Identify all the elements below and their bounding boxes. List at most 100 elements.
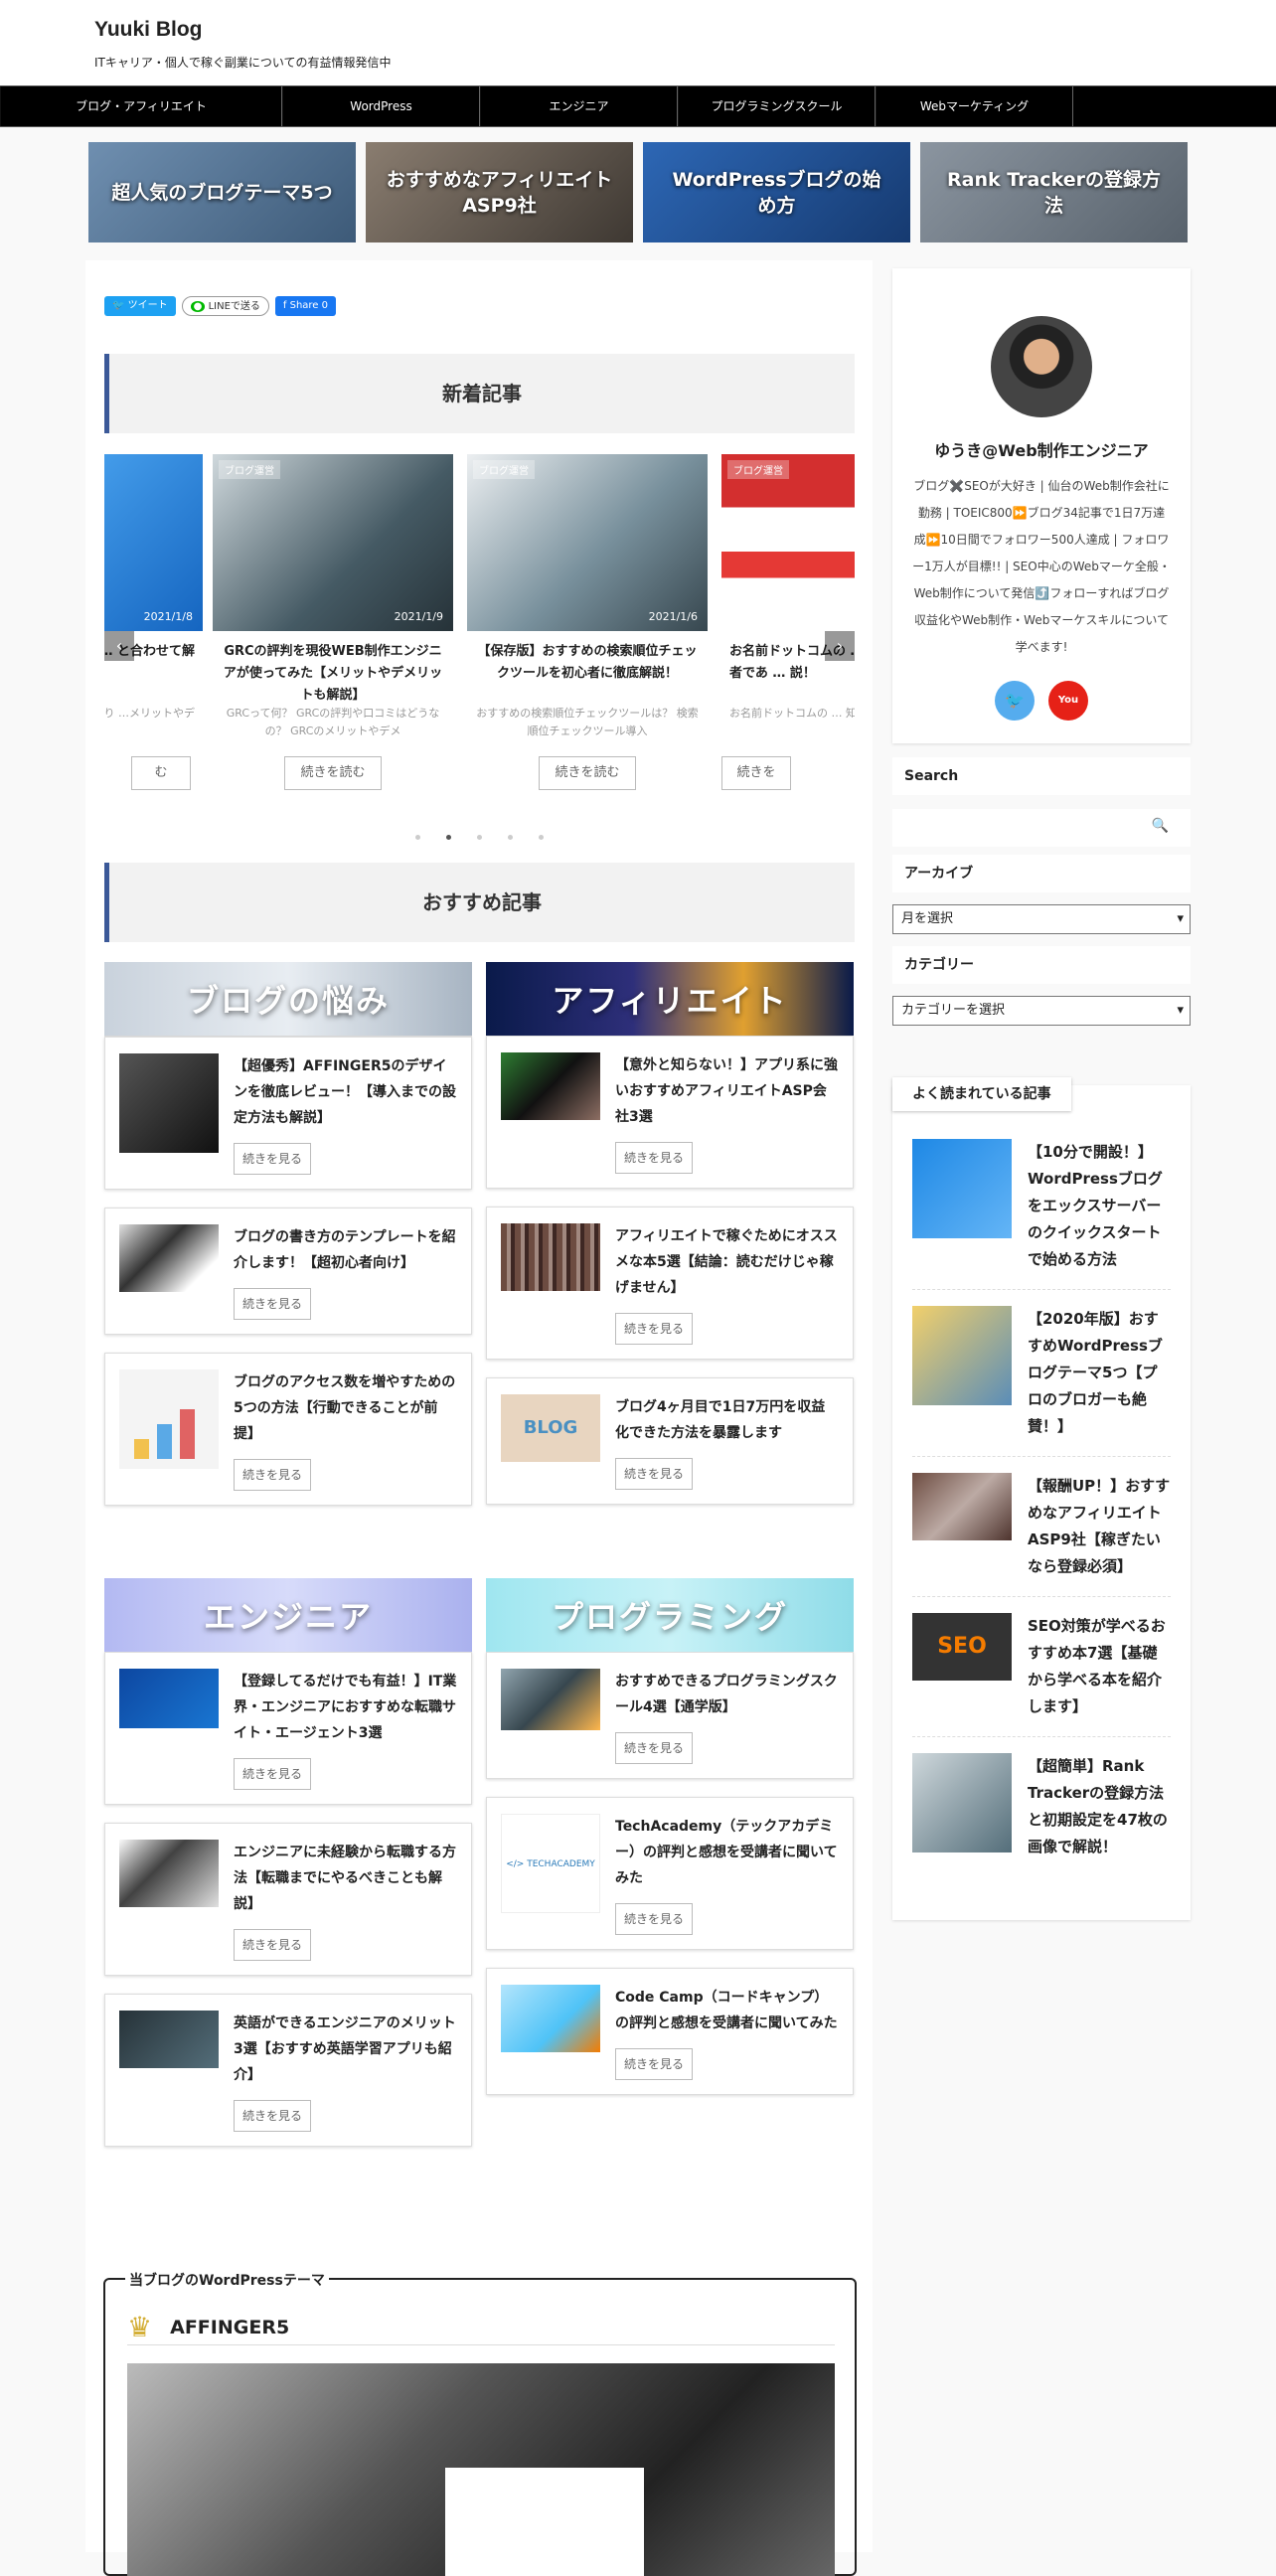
article-thumbnail [119, 1840, 219, 1907]
read-more-button[interactable]: 続きを見る [615, 1903, 694, 1935]
pickup-banner[interactable]: WordPressブログの始め方 [643, 142, 910, 242]
read-more-button[interactable]: 続きを見る [615, 1142, 694, 1174]
article-title: アフィリエイトで稼ぐためにオススメな本5選【結論：読むだけじゃ稼げません】 [615, 1228, 838, 1296]
read-more-button[interactable]: 続きを見る [234, 1143, 312, 1175]
article-card[interactable]: </> TECHACADEMY TechAcademy（テックアカデミー）の評判と… [486, 1797, 854, 1950]
popular-post[interactable]: SEO SEO対策が学べるおすすめ本7選【基礎から学べる本を紹介します】 [912, 1597, 1171, 1737]
article-thumbnail [501, 1985, 600, 2052]
slider-prev-arrow[interactable]: ‹ [104, 631, 134, 661]
pickup-banner[interactable]: おすすめなアフィリエイトASP9社 [366, 142, 633, 242]
tweet-button[interactable]: 🐦 ツイート [104, 296, 176, 316]
read-more-button[interactable]: 続きを見る [615, 1313, 694, 1345]
article-card[interactable]: ブログの書き方のテンプレートを紹介します！【超初心者向け】続きを見る [104, 1208, 472, 1335]
popular-post[interactable]: 【2020年版】おすすめWordPressブログテーマ5つ【プロのブロガーも絶賛… [912, 1290, 1171, 1457]
global-nav: ブログ・アフィリエイト WordPress エンジニア プログラミングスクール … [0, 85, 1276, 127]
theme-screenshot[interactable] [127, 2363, 835, 2576]
popular-post[interactable]: 【超簡単】Rank Trackerの登録方法と初期設定を47枚の画像で解説！ [912, 1737, 1171, 1876]
read-more-button[interactable]: 続きを見る [234, 1929, 312, 1961]
nav-item-programming-school[interactable]: プログラミングスクール [678, 86, 876, 126]
category-banner[interactable]: プログラミング [486, 1578, 854, 1652]
slider-dot[interactable] [476, 835, 482, 840]
article-title: TechAcademy（テックアカデミー）の評判と感想を受講者に聞いてみた [615, 1819, 838, 1886]
twitter-icon[interactable]: 🐦 [995, 681, 1035, 721]
slide-title: 【保存版】おすすめの検索順位チェックツールを初心者に徹底解説！ [477, 644, 698, 681]
popular-post-thumbnail [912, 1306, 1012, 1405]
category-banner-label: アフィリエイト [552, 982, 788, 1020]
read-more-button[interactable]: 続きを見る [234, 1459, 312, 1491]
new-posts-slider: 2021/1/8 GRCの口コミをデ … と合わせて解 …の口コミを知り …メリ… [104, 454, 855, 792]
read-more-button[interactable]: む [131, 756, 191, 790]
nav-item-engineer[interactable]: エンジニア [480, 86, 678, 126]
article-thumbnail [501, 1052, 600, 1120]
read-more-button[interactable]: 続きを見る [615, 1732, 694, 1764]
slide-card[interactable]: ブログ運営 2021/1/6 【保存版】おすすめの検索順位チェックツールを初心者… [467, 454, 708, 790]
share-buttons: 🐦 ツイート ● LINEで送る f Share 0 [104, 296, 336, 316]
slider-next-arrow[interactable]: › [825, 631, 855, 661]
slide-category: ブログ運営 [727, 460, 789, 479]
read-more-button[interactable]: 続きを見る [234, 2100, 312, 2132]
popular-post-title: 【10分で開設！】WordPressブログをエックスサーバーのクイックスタートで… [1028, 1143, 1163, 1268]
category-widget-label: カテゴリー [892, 946, 1191, 984]
line-label: LINEで送る [208, 301, 260, 312]
read-more-button[interactable]: 続きを読む [284, 756, 382, 790]
category-banner[interactable]: エンジニア [104, 1578, 472, 1652]
profile-name: ゆうき@Web制作エンジニア [934, 441, 1149, 460]
popular-post-title: SEO対策が学べるおすすめ本7選【基礎から学べる本を紹介します】 [1028, 1617, 1166, 1715]
popular-post-title: 【2020年版】おすすめWordPressブログテーマ5つ【プロのブロガーも絶賛… [1028, 1310, 1163, 1435]
pickup-banner[interactable]: Rank Trackerの登録方法 [920, 142, 1188, 242]
slider-dot[interactable] [507, 835, 513, 840]
facebook-share-button[interactable]: f Share 0 [274, 296, 336, 316]
slider-dot[interactable] [445, 835, 451, 840]
slide-card[interactable]: ブログ運営 お名前ドットコムの … を実際の利用者であ … 説！ お名前ドットコ… [721, 454, 855, 790]
popular-post[interactable]: 【10分で開設！】WordPressブログをエックスサーバーのクイックスタートで… [912, 1123, 1171, 1290]
read-more-button[interactable]: 続きを見る [234, 1288, 312, 1320]
search-icon[interactable]: 🔍 [1152, 818, 1169, 834]
article-thumbnail: </> TECHACADEMY [501, 1814, 600, 1913]
article-card[interactable]: エンジニアに未経験から転職する方法【転職までにやるべきことも解説】 続きを見る [104, 1823, 472, 1976]
nav-item-blog-affiliate[interactable]: ブログ・アフィリエイト [0, 86, 282, 126]
search-input[interactable]: 🔍 [892, 809, 1191, 847]
article-card[interactable]: 【超優秀】AFFINGER5のデザインを徹底レビュー！【導入までの設定方法も解説… [104, 1037, 472, 1190]
article-card[interactable]: アフィリエイトで稼ぐためにオススメな本5選【結論：読むだけじゃ稼げません】続きを… [486, 1207, 854, 1360]
slide-excerpt: おすすめの検索順位チェックツールは？ 検索順位チェックツール導入 [476, 707, 699, 737]
main-content: 🐦 ツイート ● LINEで送る f Share 0 新着記事 2021/1/8… [85, 260, 873, 2576]
read-more-button[interactable]: 続きを [721, 756, 791, 790]
article-title: ブログの書き方のテンプレートを紹介します！【超初心者向け】 [234, 1229, 456, 1271]
article-card[interactable]: ブログのアクセス数を増やすための5つの方法【行動できることが前提】 続きを見る [104, 1353, 472, 1506]
article-card[interactable]: 【登録してるだけでも有益！】IT業界・エンジニアにおすすめな転職サイト・エージェ… [104, 1652, 472, 1805]
article-card[interactable]: Code Camp（コードキャンプ）の評判と感想を受講者に聞いてみた 続きを見る [486, 1968, 854, 2095]
slider-dot[interactable] [538, 835, 544, 840]
sidebar: ゆうき@Web制作エンジニア ブログ✖️SEOが大好き | 仙台のWeb制作会社… [892, 268, 1191, 1920]
nav-item-wordpress[interactable]: WordPress [282, 86, 480, 126]
article-card[interactable]: おすすめできるプログラミングスクール4選【通学版】 続きを見る [486, 1652, 854, 1779]
pickup-banner[interactable]: 超人気のブログテーマ5つ [88, 142, 356, 242]
article-thumbnail [119, 1224, 219, 1292]
article-title: 【登録してるだけでも有益！】IT業界・エンジニアにおすすめな転職サイト・エージェ… [234, 1674, 457, 1741]
article-title: 英語ができるエンジニアのメリット3選【おすすめ英語学習アプリも紹介】 [234, 2015, 456, 2083]
nav-item-web-marketing[interactable]: Webマーケティング [876, 86, 1073, 126]
site-description: ITキャリア・個人で稼ぐ副業についての有益情報発信中 [94, 56, 392, 70]
pickup-label: WordPressブログの始め方 [672, 168, 881, 217]
slider-dot[interactable] [414, 835, 420, 840]
article-card[interactable]: 【意外と知らない！】アプリ系に強いおすすめアフィリエイトASP会社3選 続きを見る [486, 1036, 854, 1189]
category-banner[interactable]: ブログの悩み [104, 962, 472, 1036]
category-select[interactable]: カテゴリーを選択 [892, 996, 1191, 1026]
slide-card[interactable]: ブログ運営 2021/1/9 GRCの評判を現役WEB制作エンジニアが使ってみた… [213, 454, 453, 790]
line-icon: ● [190, 301, 206, 312]
read-more-button[interactable]: 続きを読む [539, 756, 636, 790]
line-button[interactable]: ● LINEで送る [181, 296, 269, 316]
read-more-button[interactable]: 続きを見る [615, 1458, 694, 1490]
article-card[interactable]: BLOG ブログ4ヶ月目で1日7万円を収益化できた方法を暴露します 続きを見る [486, 1377, 854, 1505]
archive-select[interactable]: 月を選択 [892, 904, 1191, 934]
read-more-button[interactable]: 続きを見る [615, 2048, 694, 2080]
article-card[interactable]: 英語ができるエンジニアのメリット3選【おすすめ英語学習アプリも紹介】続きを見る [104, 1994, 472, 2147]
category-banner[interactable]: アフィリエイト [486, 962, 854, 1036]
popular-post-thumbnail: SEO [912, 1613, 1012, 1681]
read-more-button[interactable]: 続きを見る [234, 1758, 312, 1790]
popular-post[interactable]: 【報酬UP！】おすすめなアフィリエイトASP9社【稼ぎたいなら登録必須】 [912, 1457, 1171, 1597]
slide-card[interactable]: 2021/1/8 GRCの口コミをデ … と合わせて解 …の口コミを知り …メリ… [104, 454, 203, 790]
youtube-icon[interactable]: You [1048, 681, 1088, 721]
site-title[interactable]: Yuuki Blog [94, 18, 1182, 42]
slide-title: GRCの評判を現役WEB制作エンジニアが使ってみた【メリットやデメリットも解説】 [223, 644, 443, 703]
article-thumbnail [501, 1223, 600, 1291]
